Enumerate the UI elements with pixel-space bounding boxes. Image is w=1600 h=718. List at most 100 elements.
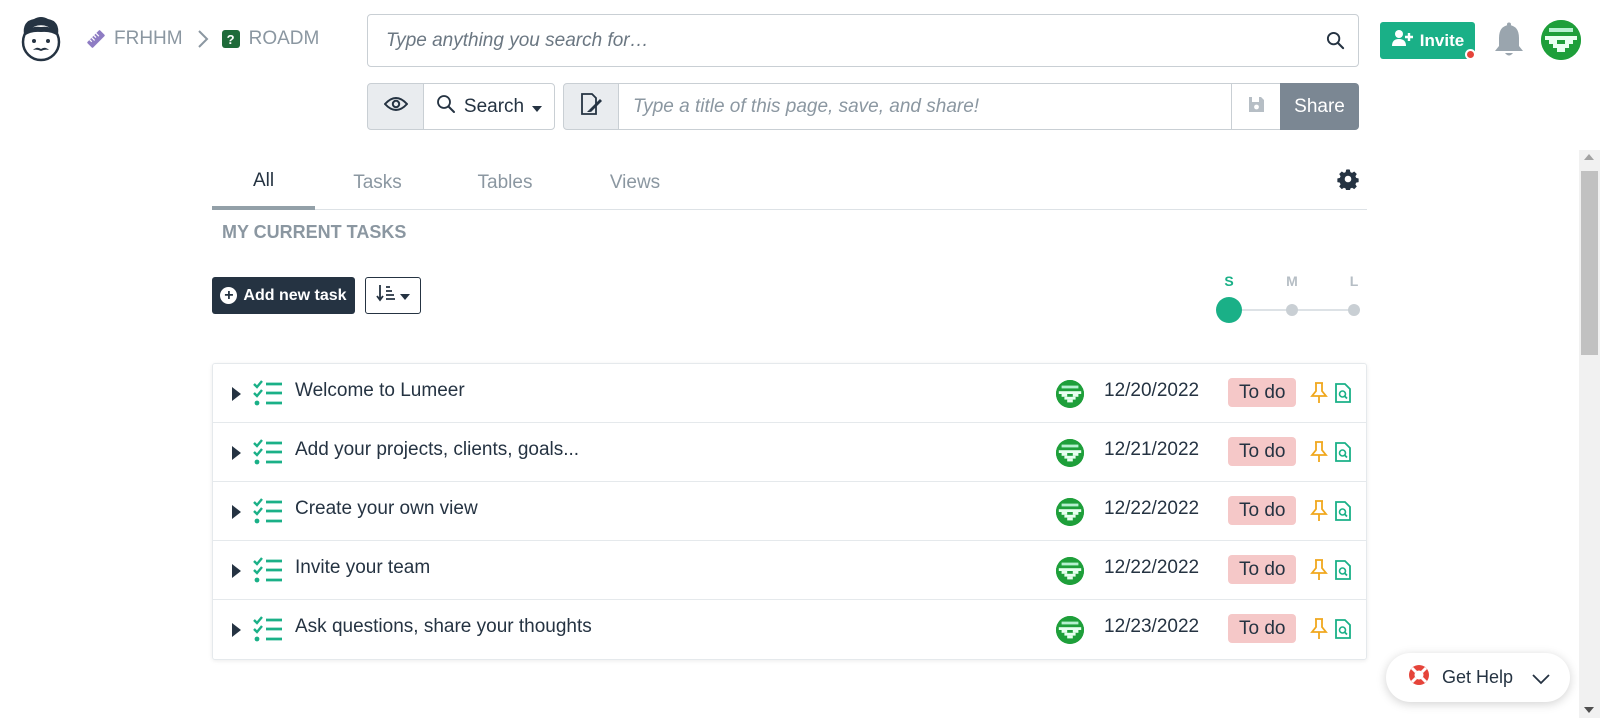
task-title[interactable]: Add your projects, clients, goals...	[295, 439, 579, 461]
task-row[interactable]: Invite your team 12/22/2022 To do	[213, 541, 1366, 600]
tasks-icon	[253, 498, 282, 524]
breadcrumb-project-label: ROADM	[248, 28, 320, 49]
add-new-task-button[interactable]: + Add new task	[212, 277, 355, 314]
section-title: MY CURRENT TASKS	[222, 222, 407, 242]
page-title-field	[618, 83, 1232, 130]
lumeer-logo[interactable]	[18, 15, 64, 63]
task-row[interactable]: Add your projects, clients, goals... 12/…	[213, 423, 1366, 482]
search-input[interactable]	[386, 29, 1312, 52]
tab-bar: All Tasks Tables Views	[212, 155, 1367, 210]
size-dot-m[interactable]	[1286, 304, 1298, 316]
task-due-date[interactable]: 12/21/2022	[1104, 439, 1199, 461]
user-plus-icon	[1391, 29, 1413, 52]
breadcrumb-project[interactable]: ? ROADM	[221, 28, 320, 50]
size-dot-l[interactable]	[1348, 304, 1360, 316]
view-mode-button[interactable]	[367, 83, 424, 130]
pin-icon[interactable]	[1310, 441, 1328, 463]
caret-down-icon	[400, 287, 410, 305]
search-dropdown[interactable]: Search	[423, 83, 555, 130]
file-search-icon[interactable]	[1335, 442, 1351, 462]
breadcrumb-workspace[interactable]: FRHHM	[86, 28, 183, 50]
chevron-right-icon	[197, 29, 209, 49]
size-option-s[interactable]: S	[1219, 273, 1239, 289]
task-state-badge[interactable]: To do	[1228, 496, 1297, 525]
assignee-avatar	[1056, 616, 1084, 644]
task-list: Welcome to Lumeer 12/20/2022 To do Add y…	[212, 363, 1367, 660]
size-dot-s-selected[interactable]	[1216, 297, 1242, 323]
task-state-badge[interactable]: To do	[1228, 555, 1297, 584]
file-search-icon[interactable]	[1335, 383, 1351, 403]
task-row[interactable]: Create your own view 12/22/2022 To do	[213, 482, 1366, 541]
sort-dropdown[interactable]	[365, 277, 421, 314]
share-button[interactable]: Share	[1280, 83, 1359, 130]
pin-icon[interactable]	[1310, 618, 1328, 640]
chevron-down-icon[interactable]	[1532, 669, 1550, 690]
search-icon[interactable]	[1312, 31, 1358, 50]
save-button[interactable]	[1231, 83, 1281, 130]
size-option-m[interactable]: M	[1282, 273, 1302, 289]
ruler-icon	[86, 29, 106, 49]
breadcrumb-workspace-label: FRHHM	[114, 28, 183, 49]
task-state-badge[interactable]: To do	[1228, 437, 1297, 466]
caret-down-icon	[532, 96, 543, 118]
assignee-avatar	[1056, 380, 1084, 408]
get-help-label: Get Help	[1442, 667, 1514, 687]
page-title-input[interactable]	[633, 95, 1231, 118]
caret-right-icon[interactable]	[230, 563, 242, 579]
pin-icon[interactable]	[1310, 559, 1328, 581]
eye-icon	[383, 96, 408, 117]
size-option-l[interactable]: L	[1344, 273, 1364, 289]
task-due-date[interactable]: 12/22/2022	[1104, 557, 1199, 579]
task-title[interactable]: Welcome to Lumeer	[295, 380, 465, 402]
tasks-icon	[253, 439, 282, 465]
task-due-date[interactable]: 12/22/2022	[1104, 498, 1199, 520]
search-box	[367, 14, 1359, 67]
get-help-widget[interactable]: Get Help	[1386, 653, 1570, 702]
user-avatar[interactable]	[1541, 20, 1581, 60]
tab-tasks[interactable]: Tasks	[315, 155, 440, 210]
file-search-icon[interactable]	[1335, 501, 1351, 521]
task-title[interactable]: Create your own view	[295, 498, 478, 520]
file-search-icon[interactable]	[1335, 619, 1351, 639]
pin-icon[interactable]	[1310, 500, 1328, 522]
caret-right-icon[interactable]	[230, 386, 242, 402]
plus-circle-icon: +	[220, 287, 238, 304]
task-state-badge[interactable]: To do	[1228, 614, 1297, 643]
pin-icon[interactable]	[1310, 382, 1328, 404]
scrollbar-thumb[interactable]	[1581, 171, 1598, 355]
breadcrumb: FRHHM ? ROADM	[86, 26, 319, 52]
scroll-up-arrow[interactable]	[1584, 154, 1594, 160]
bell-icon[interactable]	[1493, 22, 1525, 58]
lifebuoy-icon	[1408, 664, 1430, 691]
caret-right-icon[interactable]	[230, 622, 242, 638]
sort-icon	[376, 284, 396, 307]
notification-dot	[1465, 49, 1476, 60]
question-icon: ?	[221, 29, 241, 49]
tab-all[interactable]: All	[212, 155, 315, 210]
task-title[interactable]: Invite your team	[295, 557, 430, 579]
task-due-date[interactable]: 12/20/2022	[1104, 380, 1199, 402]
file-signature-icon	[579, 93, 603, 120]
add-new-task-label: Add new task	[243, 286, 347, 304]
gear-icon[interactable]	[1337, 168, 1359, 190]
task-due-date[interactable]: 12/23/2022	[1104, 616, 1199, 638]
tab-views[interactable]: Views	[570, 155, 700, 210]
task-row[interactable]: Welcome to Lumeer 12/20/2022 To do	[213, 364, 1366, 423]
perspective-button[interactable]	[563, 83, 619, 130]
caret-right-icon[interactable]	[230, 445, 242, 461]
tasks-icon	[253, 557, 282, 583]
scroll-down-arrow[interactable]	[1584, 707, 1594, 713]
tab-tables[interactable]: Tables	[440, 155, 570, 210]
task-row[interactable]: Ask questions, share your thoughts 12/23…	[213, 600, 1366, 659]
task-state-badge[interactable]: To do	[1228, 378, 1297, 407]
invite-button[interactable]: Invite	[1380, 22, 1475, 59]
tasks-icon	[253, 616, 282, 642]
search-dropdown-label: Search	[463, 95, 525, 117]
file-search-icon[interactable]	[1335, 560, 1351, 580]
invite-label: Invite	[1419, 30, 1465, 50]
tasks-icon	[253, 380, 282, 406]
task-title[interactable]: Ask questions, share your thoughts	[295, 616, 592, 638]
assignee-avatar	[1056, 439, 1084, 467]
caret-right-icon[interactable]	[230, 504, 242, 520]
assignee-avatar	[1056, 557, 1084, 585]
